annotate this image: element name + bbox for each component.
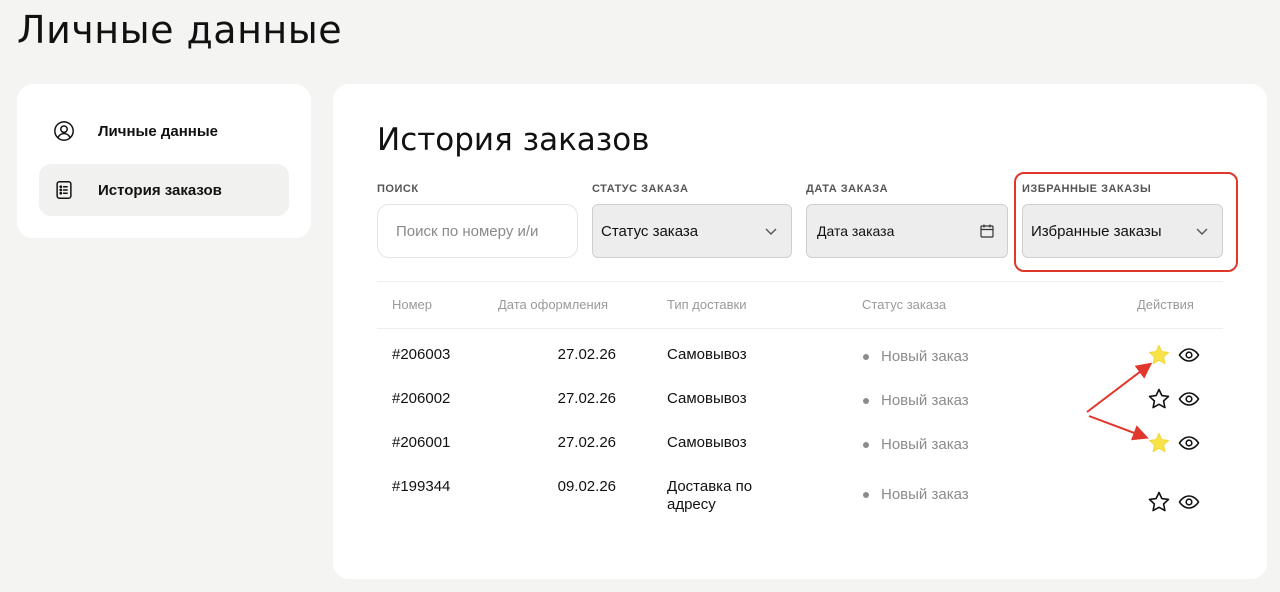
date-filter-label: ДАТА ЗАКАЗА <box>806 183 889 195</box>
status-dot <box>863 491 869 498</box>
sidebar-item-personal-data[interactable]: Личные данные <box>39 105 289 157</box>
chevron-down-icon <box>1194 223 1210 239</box>
search-input[interactable] <box>378 222 577 240</box>
row-actions <box>1147 387 1201 411</box>
favorites-select-value: Избранные заказы <box>1031 222 1162 240</box>
order-number: #206002 <box>392 390 451 407</box>
star-outline-icon[interactable] <box>1147 387 1171 411</box>
delivery-type: Самовывоз <box>667 390 747 407</box>
order-number: #206003 <box>392 346 451 363</box>
column-header-date: Дата оформления <box>498 297 609 312</box>
status-dot <box>863 397 869 404</box>
row-actions <box>1147 431 1201 455</box>
search-label: ПОИСК <box>377 183 419 195</box>
order-history-panel: История заказов ПОИСК СТАТУС ЗАКАЗА ДАТА… <box>333 84 1267 579</box>
order-number: #206001 <box>392 434 451 451</box>
order-date: 27.02.26 <box>557 346 616 363</box>
status-select[interactable]: Статус заказа <box>592 204 792 258</box>
user-circle-icon <box>52 119 76 143</box>
order-status: Новый заказ <box>863 486 969 503</box>
status-filter-label: СТАТУС ЗАКАЗА <box>592 183 689 195</box>
sidebar: Личные данные История заказов <box>17 84 311 238</box>
table-header: Номер Дата оформления Тип доставки Стату… <box>377 281 1223 329</box>
star-filled-icon[interactable] <box>1147 431 1171 455</box>
delivery-type: Самовывоз <box>667 434 747 451</box>
status-dot <box>863 441 869 448</box>
order-status-text: Новый заказ <box>881 348 969 365</box>
order-status: Новый заказ <box>863 436 969 453</box>
row-actions <box>1147 343 1201 367</box>
search-field <box>377 204 578 258</box>
row-actions <box>1147 490 1201 514</box>
page-title: Личные данные <box>17 8 343 52</box>
column-header-status: Статус заказа <box>862 297 947 312</box>
status-select-value: Статус заказа <box>601 222 699 240</box>
order-number: #199344 <box>392 478 451 495</box>
column-header-actions: Действия <box>1137 297 1194 312</box>
order-status: Новый заказ <box>863 392 969 409</box>
order-date: 27.02.26 <box>557 434 616 451</box>
status-dot <box>863 353 869 360</box>
chevron-down-icon <box>763 223 779 239</box>
favorites-filter-label: ИЗБРАННЫЕ ЗАКАЗЫ <box>1022 183 1152 195</box>
order-date: 27.02.26 <box>557 390 616 407</box>
order-status-text: Новый заказ <box>881 486 969 503</box>
order-status: Новый заказ <box>863 348 969 365</box>
star-outline-icon[interactable] <box>1147 490 1171 514</box>
date-picker[interactable]: Дата заказа <box>806 204 1008 258</box>
eye-icon[interactable] <box>1177 387 1201 411</box>
delivery-type: Самовывоз <box>667 346 747 363</box>
order-status-text: Новый заказ <box>881 436 969 453</box>
sidebar-item-label: История заказов <box>98 181 222 199</box>
eye-icon[interactable] <box>1177 490 1201 514</box>
eye-icon[interactable] <box>1177 343 1201 367</box>
favorites-select[interactable]: Избранные заказы <box>1022 204 1223 258</box>
order-status-text: Новый заказ <box>881 392 969 409</box>
order-date: 09.02.26 <box>557 478 616 495</box>
section-title: История заказов <box>377 122 650 158</box>
column-header-number: Номер <box>392 297 433 312</box>
eye-icon[interactable] <box>1177 431 1201 455</box>
calendar-icon <box>979 223 995 239</box>
star-filled-icon[interactable] <box>1147 343 1171 367</box>
column-header-delivery: Тип доставки <box>667 297 747 312</box>
sidebar-item-label: Личные данные <box>98 122 218 140</box>
receipt-list-icon <box>52 178 76 202</box>
sidebar-item-order-history[interactable]: История заказов <box>39 164 289 216</box>
delivery-type: Доставка по адресу <box>667 478 753 513</box>
date-picker-value: Дата заказа <box>817 223 895 239</box>
